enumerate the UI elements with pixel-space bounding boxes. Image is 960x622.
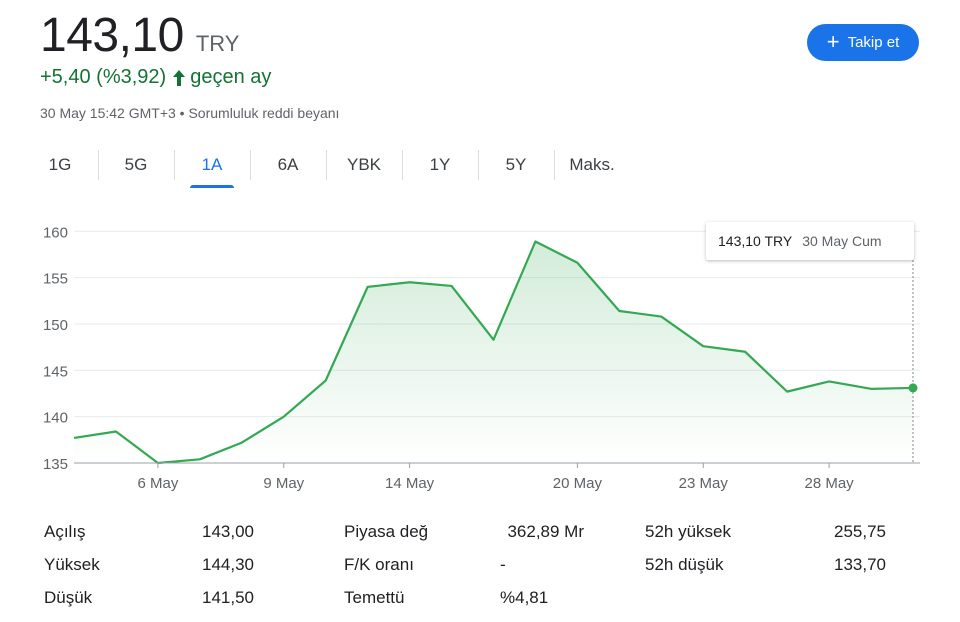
x-tick-label: 14 May — [385, 475, 435, 492]
tab-1g[interactable]: 1G — [22, 146, 98, 186]
change-value: +5,40 (%3,92) — [40, 66, 167, 88]
stat-label-52w-high: 52h yüksek — [645, 522, 731, 541]
follow-button[interactable]: + Takip et — [807, 24, 919, 61]
y-tick-label: 145 — [43, 363, 68, 380]
stat-value-high: 144,30 — [202, 555, 254, 574]
stat-value-low: 141,50 — [202, 588, 254, 607]
arrow-up-icon — [172, 69, 186, 87]
stats-row: Düşük 141,50 Temettü %4,81 — [44, 588, 924, 612]
stat-value-dividend: %4,81 — [500, 588, 549, 607]
y-tick-label: 150 — [43, 317, 68, 334]
currency-label: TRY — [195, 31, 240, 56]
stat-value-pe-ratio: - — [500, 555, 506, 574]
y-tick-label: 155 — [43, 271, 68, 288]
plus-icon: + — [826, 28, 840, 54]
y-tick-label: 140 — [43, 410, 68, 427]
x-tick-label: 23 May — [679, 475, 729, 492]
tab-5y[interactable]: 5Y — [478, 146, 554, 186]
stat-label-market-cap[interactable]: Piyasa değ — [344, 522, 428, 542]
tooltip-date: 30 May Cum — [802, 233, 882, 249]
follow-button-label: Takip et — [847, 34, 900, 51]
tab-6a[interactable]: 6A — [250, 146, 326, 186]
y-tick-label: 135 — [43, 456, 68, 473]
current-price: 143,10 — [40, 9, 184, 62]
x-tick-label: 9 May — [263, 475, 304, 492]
price-change: +5,40 (%3,92) geçen ay — [40, 66, 271, 89]
hover-point — [908, 383, 918, 393]
tab-5g[interactable]: 5G — [98, 146, 174, 186]
stat-label-dividend[interactable]: Temettü — [344, 588, 404, 608]
price-header: 143,10 TRY — [40, 8, 239, 63]
x-tick-label: 6 May — [137, 475, 178, 492]
stat-label-low: Düşük — [44, 588, 93, 607]
stats-row: Açılış 143,00 Piyasa değ 362,89 Mr 52h y… — [44, 522, 924, 546]
stat-value-open: 143,00 — [202, 522, 254, 541]
tab-maks[interactable]: Maks. — [554, 146, 630, 186]
stat-label-high: Yüksek — [44, 555, 100, 574]
price-area — [74, 241, 913, 463]
x-tick-label: 20 May — [553, 475, 603, 492]
stat-label-pe-ratio[interactable]: F/K oranı — [344, 555, 414, 575]
timestamp-disclaimer[interactable]: 30 May 15:42 GMT+3 • Sorumluluk reddi be… — [40, 105, 339, 121]
tab-ybk[interactable]: YBK — [326, 146, 402, 186]
stat-label-open: Açılış — [44, 522, 86, 541]
tooltip-price: 143,10 TRY — [718, 233, 793, 249]
stat-value-52w-low: 133,70 — [834, 555, 886, 574]
tab-1y[interactable]: 1Y — [402, 146, 478, 186]
time-range-tabs: 1G 5G 1A 6A YBK 1Y 5Y Maks. — [22, 146, 630, 188]
y-tick-label: 160 — [43, 224, 68, 241]
stat-label-52w-low: 52h düşük — [645, 555, 724, 574]
stat-value-52w-high: 255,75 — [834, 522, 886, 541]
x-tick-label: 28 May — [804, 475, 854, 492]
stat-value-market-cap: 362,89 Mr — [507, 522, 584, 541]
stats-row: Yüksek 144,30 F/K oranı - 52h düşük 133,… — [44, 555, 924, 579]
change-period: geçen ay — [190, 66, 272, 88]
chart-tooltip: 143,10 TRY 30 May Cum — [706, 222, 914, 260]
tab-1a[interactable]: 1A — [174, 146, 250, 188]
